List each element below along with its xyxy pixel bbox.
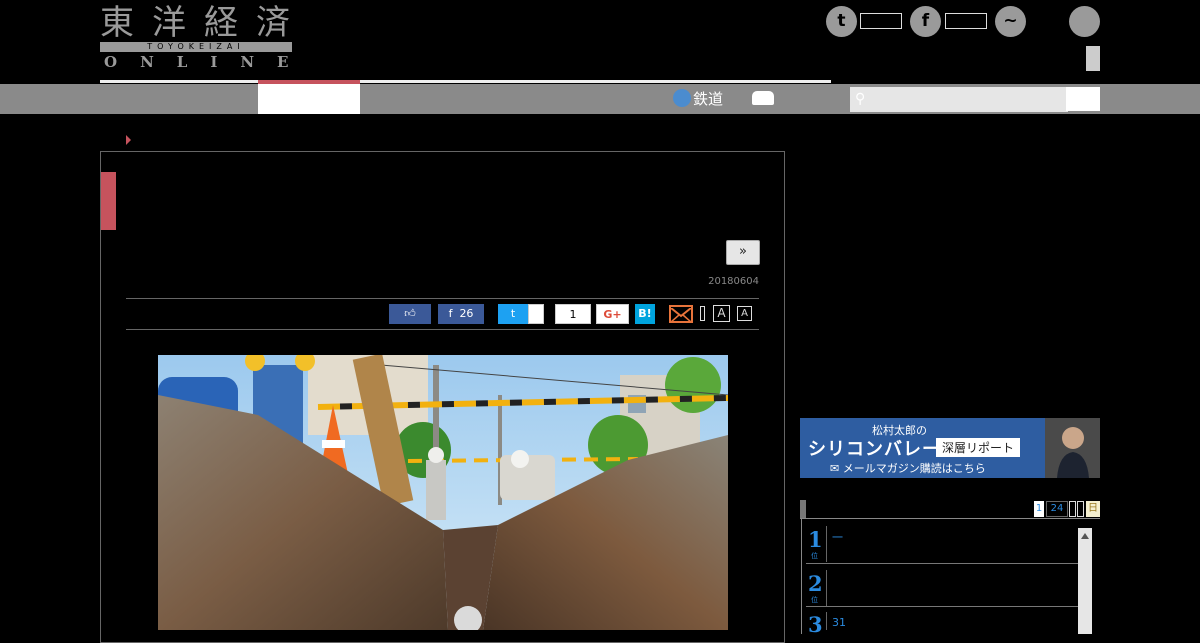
facebook-share-button[interactable]: f 26: [438, 304, 484, 324]
banner-cta-label: メールマガジン購読はこちら: [842, 462, 986, 475]
share-divider-bottom: [126, 329, 759, 330]
ranking-unit-2: 位: [811, 596, 818, 604]
font-size-small-button[interactable]: A: [737, 306, 752, 321]
newsletter-banner[interactable]: 松村太郎の シリコンバレー 深層リポート ✉ メールマガジン購読はこちら: [800, 418, 1100, 478]
article-date: 20180604: [708, 276, 759, 287]
pocket-button[interactable]: 1: [555, 304, 591, 324]
search-icon: ⚲: [855, 91, 866, 107]
ranking-divider-2: [806, 606, 1078, 607]
site-logo[interactable]: 東洋経済 TOYOKEIZAI ONLINE: [100, 6, 292, 71]
train-icon: [673, 88, 691, 107]
twitter-bird-icon: t: [510, 307, 516, 320]
share-divider-top: [126, 298, 759, 299]
facebook-count-box: [945, 13, 987, 29]
banner-cta: ✉ メールマガジン購読はこちら: [830, 460, 986, 476]
author-photo: [1045, 418, 1100, 478]
ranking-tab-4[interactable]: [1077, 501, 1084, 517]
ranking-tab-day[interactable]: 日: [1086, 501, 1100, 517]
ranking-scrollbar[interactable]: [1078, 528, 1092, 634]
ranking-separator-3: [826, 612, 827, 630]
scroll-up-icon[interactable]: [1081, 533, 1089, 539]
google-plus-button[interactable]: G+: [596, 304, 629, 324]
facebook-share-icon: f: [448, 307, 460, 320]
banner-title: シリコンバレー: [808, 439, 941, 460]
car-icon[interactable]: [752, 91, 774, 105]
facebook-like-button[interactable]: 👍︎: [389, 304, 431, 324]
search-button[interactable]: [1066, 87, 1100, 111]
author-silhouette: [1045, 418, 1100, 478]
ranking-item-title-1[interactable]: 一: [832, 529, 843, 545]
article-photo: [158, 355, 728, 630]
ranking-unit-1: 位: [811, 552, 818, 560]
logo-band-text: TOYOKEIZAI: [100, 42, 292, 52]
ranking-divider-1: [806, 563, 1078, 564]
mail-envelope-svg: [670, 307, 692, 323]
ranking-number-1: 1: [808, 527, 823, 552]
facebook-icon[interactable]: f: [910, 6, 941, 37]
ranking-tab-1[interactable]: 1: [1034, 501, 1044, 517]
title-accent-bar: [101, 172, 116, 230]
font-size-large-button[interactable]: A: [713, 305, 730, 322]
next-page-button[interactable]: »: [726, 240, 760, 265]
ranking-item-title-3[interactable]: 31: [832, 616, 846, 629]
rss-icon[interactable]: [1069, 6, 1100, 37]
hatena-bookmark-button[interactable]: B!: [635, 304, 655, 324]
ranking-number-3: 3: [808, 612, 823, 637]
tweet-button[interactable]: t: [498, 304, 528, 324]
envelope-icon: ✉: [830, 462, 843, 475]
mail-icon[interactable]: [669, 305, 693, 323]
pocket-count: 1: [569, 308, 577, 321]
breadcrumb-arrow-icon: [126, 135, 131, 145]
ranking-header-bar: [800, 500, 806, 518]
messenger-icon[interactable]: ~: [995, 6, 1026, 37]
nav-item-railway-label: 鉄道: [693, 90, 724, 108]
header-side-tab[interactable]: [1086, 46, 1100, 71]
construction-trench-image: [158, 355, 728, 630]
facebook-glyph: f: [921, 11, 930, 31]
nav-item-railway[interactable]: 鉄道: [673, 86, 723, 112]
twitter-icon[interactable]: t: [826, 6, 857, 37]
banner-subtitle: 深層リポート: [936, 438, 1021, 457]
ranking-separator-1: [826, 526, 827, 562]
ranking-tab-24[interactable]: 24: [1046, 501, 1068, 517]
ranking-tab-3[interactable]: [1069, 501, 1076, 517]
twitter-glyph: t: [837, 11, 846, 31]
twitter-count-box: [860, 13, 902, 29]
print-button[interactable]: [700, 306, 705, 321]
nav-tab-active[interactable]: [258, 84, 360, 114]
search-input[interactable]: [850, 87, 1068, 112]
logo-english-text: ONLINE: [104, 53, 312, 71]
ranking-number-2: 2: [808, 571, 823, 596]
messenger-glyph: ~: [1003, 11, 1018, 31]
nav-top-line: [100, 80, 831, 83]
ranking-separator-2: [826, 570, 827, 606]
tweet-count-box: [528, 304, 544, 324]
logo-japanese-text: 東洋経済: [100, 3, 308, 43]
facebook-share-count: 26: [459, 307, 474, 320]
